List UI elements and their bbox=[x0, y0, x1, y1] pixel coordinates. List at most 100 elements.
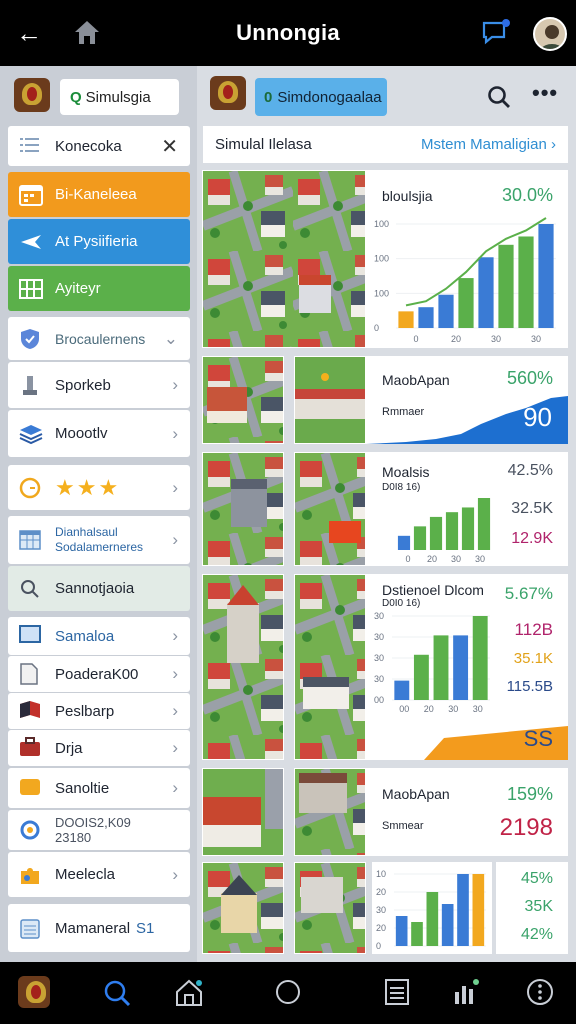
sidebar-item-15[interactable]: Meelecla › bbox=[8, 852, 190, 897]
stats-card-3[interactable]: Moalsis D0I8 16) 42.5% 32.5K 12.9K 0 20 30… bbox=[366, 452, 568, 566]
city-map-tile[interactable] bbox=[294, 862, 366, 954]
city-map-tile[interactable] bbox=[202, 574, 284, 760]
search-icon bbox=[19, 578, 43, 600]
sidebar-item-10[interactable]: PoaderaK00 › bbox=[8, 656, 190, 692]
sidebar-item-label: DOOIS2,K09 bbox=[55, 815, 131, 830]
card-value: 115.5B bbox=[506, 678, 553, 695]
system-link[interactable]: Mstem Mamaligian › bbox=[421, 136, 556, 153]
x-tick-label: 30 bbox=[451, 554, 461, 564]
sidebar-item-label: Drja bbox=[55, 739, 83, 757]
crest-icon[interactable] bbox=[18, 976, 50, 1013]
more-options-icon[interactable]: ••• bbox=[532, 80, 558, 106]
sidebar-item-label: Brocaulernens bbox=[55, 330, 146, 347]
sidebar-item-1[interactable]: At Pysiifieria bbox=[8, 219, 190, 264]
city-map-tile[interactable] bbox=[294, 356, 366, 444]
city-map-tile[interactable] bbox=[294, 574, 366, 760]
bar bbox=[498, 244, 514, 328]
bar bbox=[394, 680, 410, 700]
city-map-tile[interactable] bbox=[202, 170, 366, 348]
card-title: MaobApan bbox=[382, 786, 450, 802]
card-value: 112B bbox=[514, 620, 553, 639]
sidebar-item-8[interactable]: Sannotjaoia bbox=[8, 566, 190, 611]
sidebar-item-13[interactable]: Sanoltie › bbox=[8, 768, 190, 808]
x-tick-label: 30 bbox=[475, 554, 485, 564]
bar bbox=[426, 892, 439, 946]
sidebar-item-rating[interactable]: ★★★ › bbox=[8, 465, 190, 510]
card-title: Moalsis bbox=[382, 464, 430, 480]
stats-card-2[interactable]: MaobApan 560% Rmmaer 90 bbox=[366, 356, 568, 444]
chevron-right-icon: › bbox=[551, 136, 556, 153]
chevron-right-icon: › bbox=[172, 864, 178, 884]
card-title: Dstienoel Dlcom bbox=[382, 582, 484, 598]
close-icon[interactable]: ✕ bbox=[161, 134, 178, 159]
circle-icon[interactable] bbox=[274, 978, 302, 1011]
stats-card-6-chart[interactable]: 10 20 30 20 0 bbox=[372, 862, 492, 954]
system-link-label: Mstem Mamaligian bbox=[420, 136, 547, 153]
stats-card-4[interactable]: Dstienoel Dlcom D0I0 16) 5.67% 112B 35.1… bbox=[366, 574, 568, 760]
bar-chart: 100 100 100 0 0 20 30 30 bbox=[374, 217, 556, 344]
bar bbox=[438, 294, 454, 328]
user-avatar[interactable] bbox=[533, 17, 567, 51]
stats-icon[interactable] bbox=[452, 978, 480, 1011]
x-tick-label: 0 bbox=[405, 554, 410, 564]
simulation-bar[interactable]: Simulal Ilelasa Mstem Mamaligian › bbox=[203, 126, 568, 163]
calendar-grid-icon bbox=[19, 529, 43, 551]
sidebar-item-3[interactable]: Brocaulernens ⌄ bbox=[8, 317, 190, 360]
x-tick-label: 30 bbox=[531, 334, 541, 344]
layers-icon bbox=[19, 423, 43, 445]
card-value: 35K bbox=[524, 898, 553, 915]
sidebar-item-12[interactable]: Drja › bbox=[8, 730, 190, 766]
sidebar-header-label: Konecoka bbox=[55, 137, 122, 155]
chevron-right-icon: › bbox=[172, 477, 178, 497]
city-map-tile[interactable] bbox=[294, 452, 366, 566]
home-icon[interactable] bbox=[174, 978, 204, 1013]
chevron-right-icon: › bbox=[172, 738, 178, 757]
card-subtitle: Smmear bbox=[382, 820, 424, 832]
search-icon[interactable] bbox=[486, 84, 512, 115]
sidebar-item-0[interactable]: Bi-Kaneleea bbox=[8, 172, 190, 217]
search-prefix: 0 bbox=[264, 88, 273, 106]
sidebar-header-item[interactable]: Konecoka ✕ bbox=[8, 126, 190, 166]
bar bbox=[477, 498, 491, 550]
chevron-down-icon: ⌄ bbox=[163, 328, 178, 348]
sidebar-item-2[interactable]: Ayiteyr bbox=[8, 266, 190, 311]
list-icon[interactable] bbox=[384, 978, 410, 1011]
briefcase-icon bbox=[19, 737, 43, 759]
sidebar-item-5[interactable]: Moootlv › bbox=[8, 410, 190, 457]
sidebar-item-4[interactable]: Sporkeb › bbox=[8, 362, 190, 408]
sidebar-item-7[interactable]: Dianhalsaul Sodalamerneres › bbox=[8, 516, 190, 564]
y-tick-label: 100 bbox=[374, 219, 389, 229]
more-circle-icon[interactable] bbox=[526, 978, 554, 1011]
bar bbox=[458, 278, 474, 328]
stats-card-6-values[interactable]: 45% 35K 42% bbox=[496, 862, 568, 954]
top-app-bar: ← Unnongia bbox=[0, 0, 576, 66]
sidebar-item-16[interactable]: Mamaneral S1 bbox=[8, 904, 190, 952]
sidebar-search-field[interactable]: Q Simulsgia bbox=[60, 79, 179, 115]
chat-icon[interactable] bbox=[480, 18, 510, 53]
sidebar-item-14[interactable]: DOOIS2,K09 23180 bbox=[8, 810, 190, 850]
bar bbox=[457, 874, 469, 946]
bar bbox=[538, 224, 554, 328]
book-icon bbox=[19, 700, 43, 722]
sidebar-item-11[interactable]: Peslbarp › bbox=[8, 693, 190, 729]
chevron-right-icon: › bbox=[172, 778, 178, 797]
x-tick-label: 30 bbox=[491, 334, 501, 344]
calendar-icon bbox=[19, 184, 43, 206]
sidebar-item-sublabel: S1 bbox=[136, 919, 155, 937]
city-map-tile[interactable] bbox=[294, 768, 366, 856]
main-search-field[interactable]: 0 Simdonogaalaa bbox=[255, 78, 387, 116]
stats-card-1[interactable]: bloulsjia 30.0% 100 100 100 0 0 20 30 30 bbox=[366, 170, 568, 348]
sidebar-item-label: Peslbarp bbox=[55, 702, 115, 720]
bar bbox=[413, 654, 429, 700]
x-tick-label: 30 bbox=[448, 704, 458, 714]
sidebar-item-label: Sannotjaoia bbox=[55, 580, 135, 597]
city-map-tile[interactable] bbox=[202, 862, 284, 954]
city-map-tile[interactable] bbox=[202, 768, 284, 856]
city-map-tile[interactable] bbox=[202, 356, 284, 444]
x-tick-label: 30 bbox=[473, 704, 483, 714]
search-icon[interactable] bbox=[102, 978, 132, 1013]
stats-card-5[interactable]: MaobApan 159% Smmear 2198 bbox=[366, 768, 568, 856]
sidebar-item-label: Ayiteyr bbox=[55, 280, 101, 297]
sidebar-item-9[interactable]: Samaloa › bbox=[8, 617, 190, 655]
city-map-tile[interactable] bbox=[202, 452, 284, 566]
